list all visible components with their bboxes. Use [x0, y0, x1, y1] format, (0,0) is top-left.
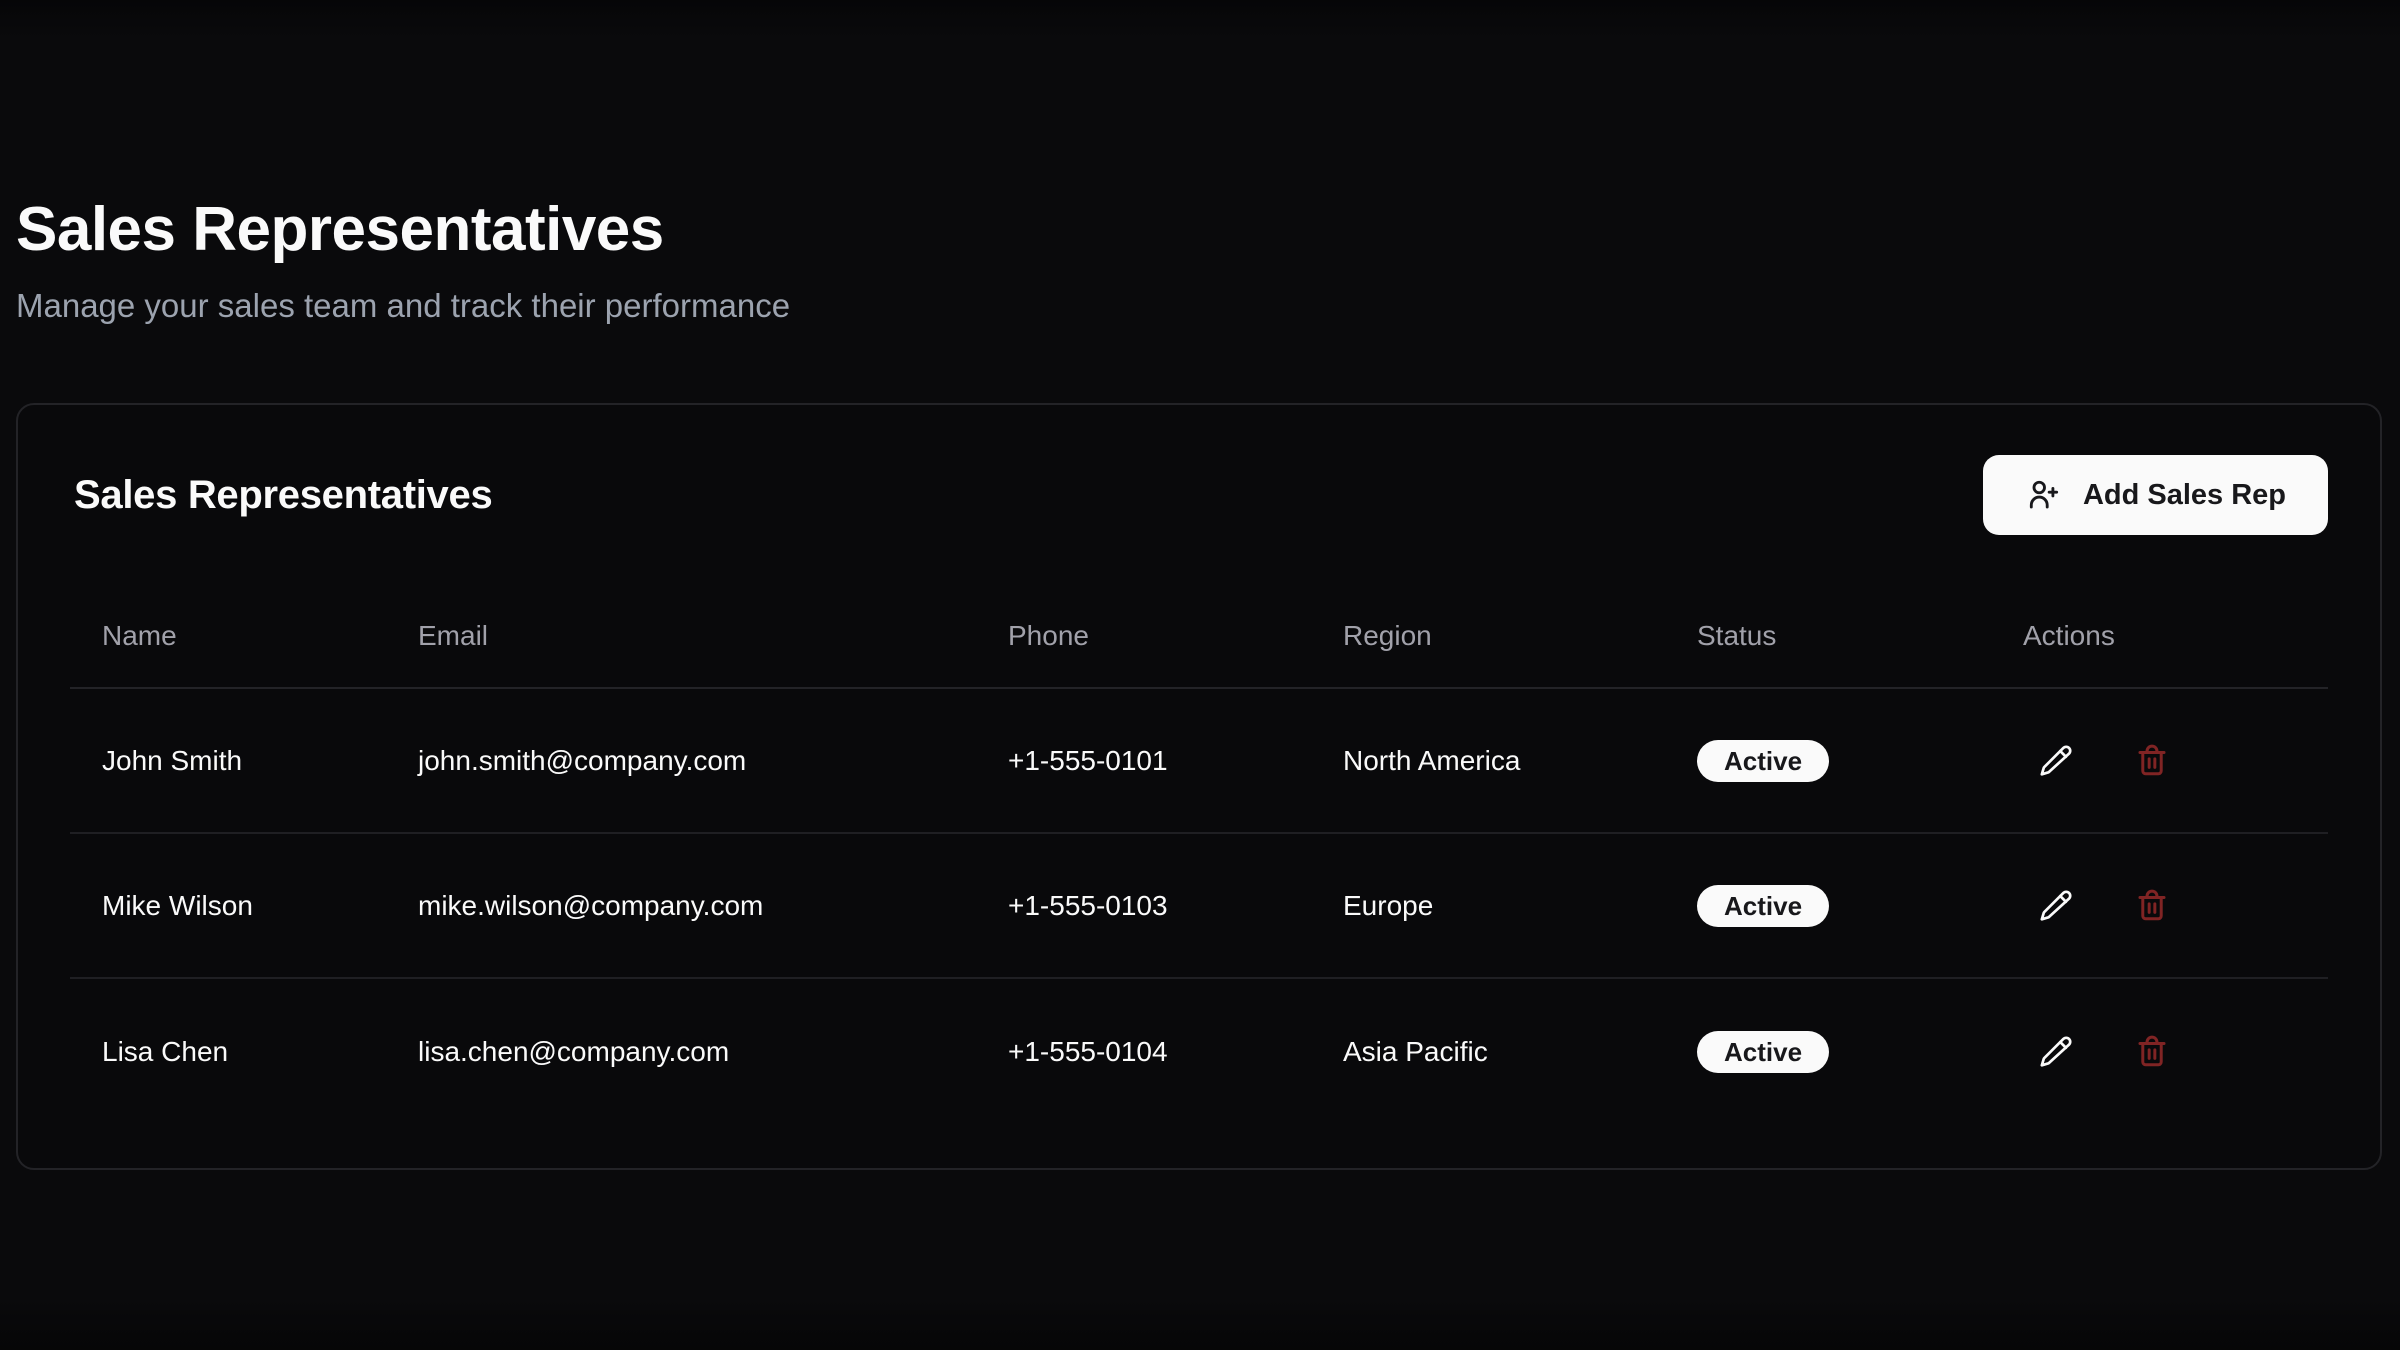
table-body: John Smith john.smith@company.com +1-555… — [70, 689, 2328, 1124]
table-row: Mike Wilson mike.wilson@company.com +1-5… — [70, 834, 2328, 979]
cell-name: John Smith — [70, 745, 386, 777]
table-header-row: Name Email Phone Region Status Actions — [70, 539, 2328, 689]
pencil-icon — [2039, 911, 2073, 926]
sales-reps-card: Sales Representatives Add Sales Rep Name… — [16, 403, 2382, 1170]
delete-button[interactable] — [2135, 1035, 2169, 1069]
cell-region: Asia Pacific — [1311, 1036, 1665, 1068]
table-row: Lisa Chen lisa.chen@company.com +1-555-0… — [70, 979, 2328, 1124]
sales-reps-table: Name Email Phone Region Status Actions J… — [18, 539, 2380, 1124]
column-header-region: Region — [1311, 620, 1665, 652]
column-header-actions: Actions — [1991, 620, 2328, 652]
cell-phone: +1-555-0101 — [976, 745, 1311, 777]
edit-button[interactable] — [2039, 889, 2073, 923]
page-subtitle: Manage your sales team and track their p… — [16, 283, 2384, 329]
delete-button[interactable] — [2135, 744, 2169, 778]
row-actions — [1991, 889, 2328, 923]
add-sales-rep-button[interactable]: Add Sales Rep — [1983, 455, 2328, 535]
cell-name: Lisa Chen — [70, 1036, 386, 1068]
edit-button[interactable] — [2039, 1035, 2073, 1069]
page: Sales Representatives Manage your sales … — [0, 0, 2400, 1350]
pencil-icon — [2039, 766, 2073, 781]
card-header: Sales Representatives Add Sales Rep — [18, 405, 2380, 539]
card-title: Sales Representatives — [70, 473, 492, 518]
cell-email: lisa.chen@company.com — [386, 1036, 976, 1068]
cell-region: North America — [1311, 745, 1665, 777]
column-header-email: Email — [386, 620, 976, 652]
status-badge: Active — [1697, 885, 1829, 927]
cell-name: Mike Wilson — [70, 890, 386, 922]
cell-region: Europe — [1311, 890, 1665, 922]
edit-button[interactable] — [2039, 744, 2073, 778]
status-badge: Active — [1697, 740, 1829, 782]
trash-icon — [2135, 911, 2169, 926]
add-sales-rep-label: Add Sales Rep — [2083, 479, 2286, 512]
column-header-status: Status — [1665, 620, 1991, 652]
cell-phone: +1-555-0103 — [976, 890, 1311, 922]
column-header-name: Name — [70, 620, 386, 652]
row-actions — [1991, 744, 2328, 778]
status-badge: Active — [1697, 1031, 1829, 1073]
row-actions — [1991, 1035, 2328, 1069]
page-title: Sales Representatives — [16, 194, 2384, 265]
pencil-icon — [2039, 1057, 2073, 1072]
table-row: John Smith john.smith@company.com +1-555… — [70, 689, 2328, 834]
delete-button[interactable] — [2135, 889, 2169, 923]
user-plus-icon — [2025, 477, 2061, 513]
trash-icon — [2135, 766, 2169, 781]
cell-email: john.smith@company.com — [386, 745, 976, 777]
cell-email: mike.wilson@company.com — [386, 890, 976, 922]
trash-icon — [2135, 1057, 2169, 1072]
column-header-phone: Phone — [976, 620, 1311, 652]
cell-phone: +1-555-0104 — [976, 1036, 1311, 1068]
